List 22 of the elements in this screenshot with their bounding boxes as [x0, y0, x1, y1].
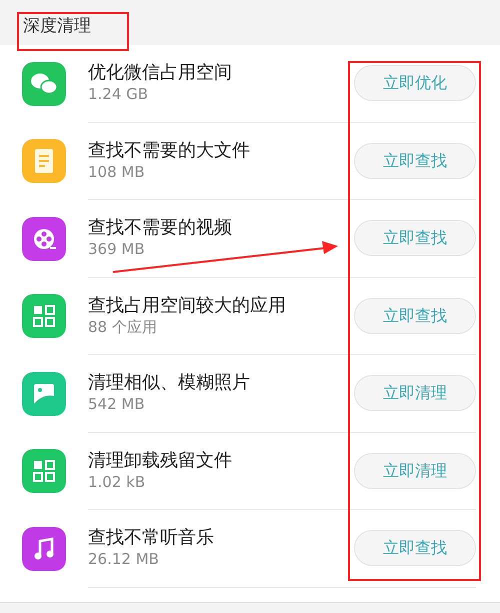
item-title: 清理卸载残留文件: [88, 448, 232, 472]
item-size: 1.02 kB: [88, 472, 146, 493]
item-size: 369 MB: [88, 239, 145, 260]
item-size: 88 个应用: [88, 316, 157, 338]
item-title: 查找占用空间较大的应用: [88, 294, 286, 317]
item-title: 清理相似、模糊照片: [88, 371, 250, 394]
item-title: 优化微信占用空间: [88, 61, 232, 84]
action-button[interactable]: 立即优化: [354, 65, 476, 102]
item-title: 查找不需要的视频: [88, 216, 232, 240]
action-button[interactable]: 立即查找: [354, 142, 476, 179]
action-button[interactable]: 立即查找: [354, 220, 476, 256]
item-size: 1.24 GB: [88, 84, 148, 106]
item-size: 26.12 MB: [88, 549, 159, 570]
item-title: 查找不需要的大文件: [88, 138, 250, 162]
action-button[interactable]: 立即查找: [354, 298, 476, 334]
action-button[interactable]: 立即清理: [354, 375, 476, 412]
item-size: 108 MB: [88, 162, 145, 183]
action-button[interactable]: 立即查找: [354, 530, 476, 566]
section-title: 深度清理: [23, 16, 91, 36]
action-button[interactable]: 立即清理: [354, 452, 476, 489]
item-title: 查找不常听音乐: [88, 526, 214, 550]
item-size: 542 MB: [88, 394, 145, 416]
